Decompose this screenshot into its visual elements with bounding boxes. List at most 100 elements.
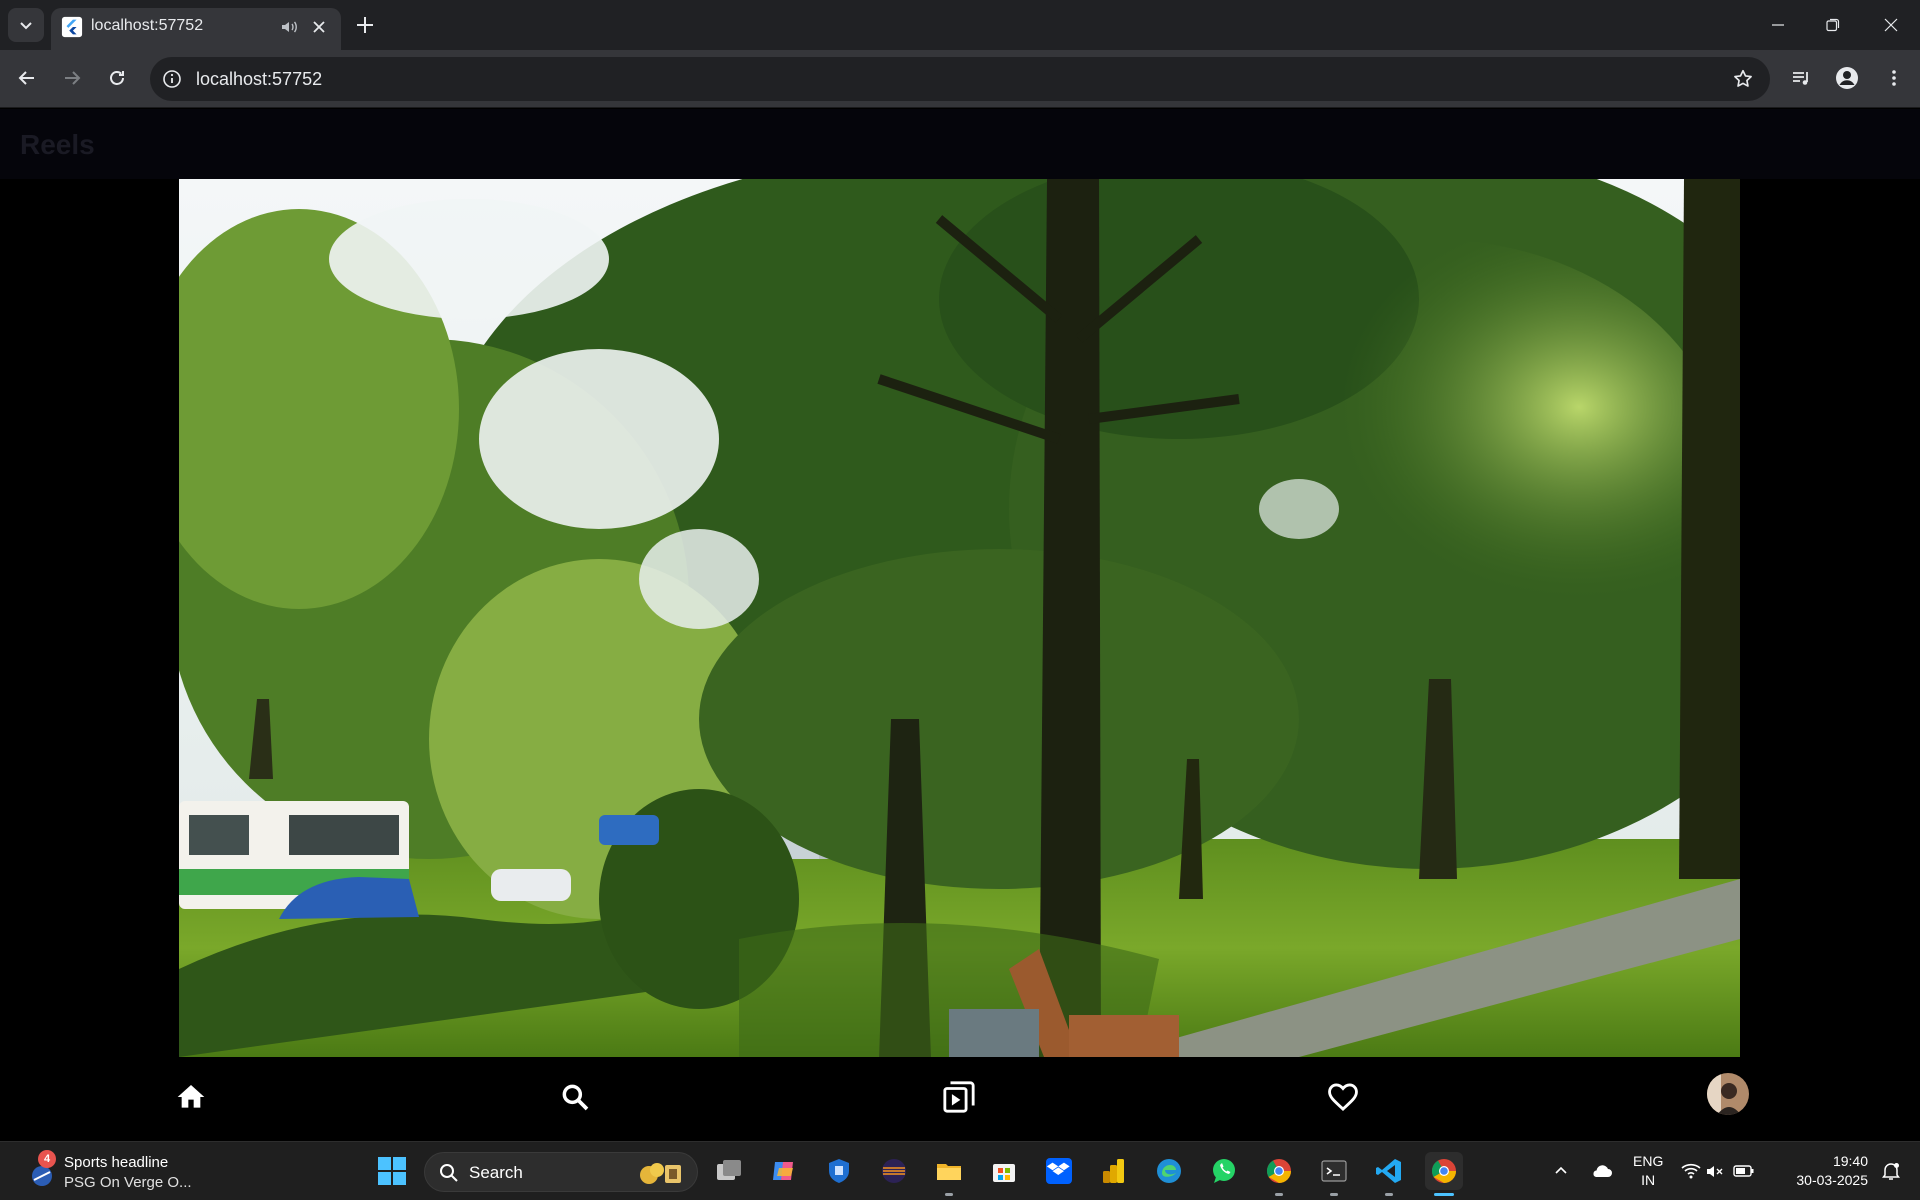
taskbar-copilot[interactable] bbox=[765, 1152, 803, 1190]
browser-tab[interactable]: localhost:57752 bbox=[51, 8, 341, 50]
profile-photo bbox=[1707, 1073, 1749, 1115]
taskbar-search[interactable]: Search bbox=[424, 1152, 698, 1192]
taskbar-chrome-2[interactable] bbox=[1425, 1152, 1463, 1196]
browser-tab-strip: localhost:57752 bbox=[0, 0, 1920, 50]
vscode-icon bbox=[1376, 1159, 1401, 1183]
running-indicator bbox=[945, 1193, 953, 1196]
taskbar-defender[interactable] bbox=[820, 1152, 858, 1190]
taskbar-edge[interactable] bbox=[1150, 1152, 1188, 1190]
folder-icon bbox=[937, 1164, 961, 1180]
language-code: ENG bbox=[1633, 1153, 1664, 1169]
time: 19:40 bbox=[1832, 1153, 1868, 1169]
media-queue-icon bbox=[1793, 72, 1808, 85]
reels-icon bbox=[943, 1081, 975, 1113]
edge-icon bbox=[1157, 1159, 1181, 1183]
bookmark-star-icon[interactable] bbox=[1732, 68, 1754, 90]
taskbar-whatsapp[interactable] bbox=[1205, 1152, 1243, 1190]
language-indicator[interactable]: ENG IN bbox=[1633, 1152, 1663, 1190]
shield-icon bbox=[829, 1159, 849, 1183]
date: 30-03-2025 bbox=[1796, 1172, 1868, 1188]
nav-favorites[interactable] bbox=[1323, 1077, 1363, 1117]
quick-settings[interactable] bbox=[1678, 1152, 1758, 1190]
start-button[interactable] bbox=[373, 1152, 411, 1190]
running-indicator bbox=[1330, 1193, 1338, 1196]
avatar[interactable] bbox=[1707, 1073, 1749, 1115]
show-hidden-icons-button[interactable] bbox=[1542, 1152, 1580, 1190]
chevron-down-icon bbox=[20, 22, 32, 30]
arrow-left-icon bbox=[18, 71, 34, 85]
dropbox-icon bbox=[1046, 1158, 1072, 1184]
widget-title: Sports headline bbox=[64, 1154, 169, 1171]
copilot-icon bbox=[773, 1162, 793, 1180]
chrome-icon bbox=[1431, 1159, 1456, 1183]
windows-icon bbox=[378, 1157, 406, 1185]
minimize-button[interactable] bbox=[1763, 10, 1793, 40]
bottom-navigation bbox=[0, 1057, 1920, 1141]
whatsapp-icon bbox=[1213, 1159, 1235, 1183]
clock[interactable]: 19:40 30-03-2025 bbox=[1786, 1152, 1868, 1190]
restore-icon bbox=[1826, 18, 1840, 32]
page-title: Reels bbox=[20, 129, 95, 160]
taskbar-power-bi[interactable] bbox=[1095, 1152, 1133, 1190]
menu-button[interactable] bbox=[1878, 62, 1910, 94]
widget-subtitle: PSG On Verge O... bbox=[64, 1174, 192, 1191]
close-icon bbox=[1884, 18, 1898, 32]
close-icon[interactable] bbox=[309, 17, 329, 37]
chrome-icon bbox=[1266, 1159, 1291, 1183]
address-bar[interactable]: localhost:57752 bbox=[150, 57, 1770, 101]
reload-button[interactable] bbox=[101, 62, 133, 94]
profile-icon bbox=[1836, 67, 1858, 89]
taskbar-vscode[interactable] bbox=[1370, 1152, 1408, 1196]
browser-toolbar: localhost:57752 bbox=[0, 50, 1920, 108]
running-indicator bbox=[1275, 1193, 1283, 1196]
running-indicator bbox=[1385, 1193, 1393, 1196]
tab-title: localhost:57752 bbox=[91, 17, 204, 34]
tab-search-button[interactable] bbox=[8, 8, 44, 42]
reels-app: Reels bbox=[0, 109, 1920, 1141]
search-highlight-icon bbox=[640, 1163, 681, 1184]
eclipse-icon bbox=[882, 1159, 906, 1183]
taskbar-file-explorer[interactable] bbox=[930, 1152, 968, 1196]
chevron-up-icon bbox=[1555, 1166, 1567, 1174]
new-tab-icon[interactable] bbox=[352, 12, 378, 38]
speaker-icon[interactable] bbox=[279, 17, 299, 37]
close-window-button[interactable] bbox=[1876, 10, 1906, 40]
app-bar: Reels bbox=[0, 109, 1920, 179]
minimize-icon bbox=[1772, 24, 1784, 26]
onedrive-button[interactable] bbox=[1583, 1152, 1621, 1190]
arrow-right-icon bbox=[65, 71, 81, 85]
park-video-frame bbox=[179, 179, 1740, 1057]
more-vert-icon bbox=[1892, 70, 1896, 86]
search-icon bbox=[440, 1164, 458, 1182]
taskbar-task-view[interactable] bbox=[710, 1152, 748, 1190]
notification-badge: 4 bbox=[38, 1150, 56, 1168]
forward-button[interactable] bbox=[56, 62, 88, 94]
news-widget[interactable]: 4 Sports headline PSG On Verge O... bbox=[28, 1150, 218, 1194]
heart-icon bbox=[1328, 1083, 1358, 1111]
taskbar-store[interactable] bbox=[985, 1152, 1023, 1190]
search-icon bbox=[562, 1084, 589, 1111]
restore-button[interactable] bbox=[1818, 10, 1848, 40]
active-indicator bbox=[1434, 1193, 1454, 1196]
flutter-icon bbox=[61, 16, 83, 38]
taskbar: 4 Sports headline PSG On Verge O... Sear… bbox=[0, 1141, 1920, 1200]
profile-button[interactable] bbox=[1831, 62, 1863, 94]
home-icon bbox=[177, 1085, 205, 1108]
url-text[interactable]: localhost:57752 bbox=[196, 69, 322, 90]
info-icon[interactable] bbox=[162, 69, 182, 89]
reel-video[interactable] bbox=[179, 179, 1740, 1057]
back-button[interactable] bbox=[11, 62, 43, 94]
store-icon bbox=[993, 1164, 1015, 1182]
taskbar-chrome-1[interactable] bbox=[1260, 1152, 1298, 1196]
nav-search[interactable] bbox=[555, 1077, 595, 1117]
media-controls-button[interactable] bbox=[1785, 62, 1817, 94]
nav-reels[interactable] bbox=[939, 1077, 979, 1117]
nav-home[interactable] bbox=[171, 1077, 211, 1117]
notification-icon bbox=[1882, 1163, 1900, 1180]
taskbar-eclipse[interactable] bbox=[875, 1152, 913, 1190]
taskbar-dropbox[interactable] bbox=[1040, 1152, 1078, 1190]
taskbar-terminal[interactable] bbox=[1315, 1152, 1353, 1196]
region-code: IN bbox=[1641, 1172, 1656, 1188]
notifications-button[interactable] bbox=[1872, 1152, 1910, 1190]
reload-icon bbox=[110, 71, 124, 85]
